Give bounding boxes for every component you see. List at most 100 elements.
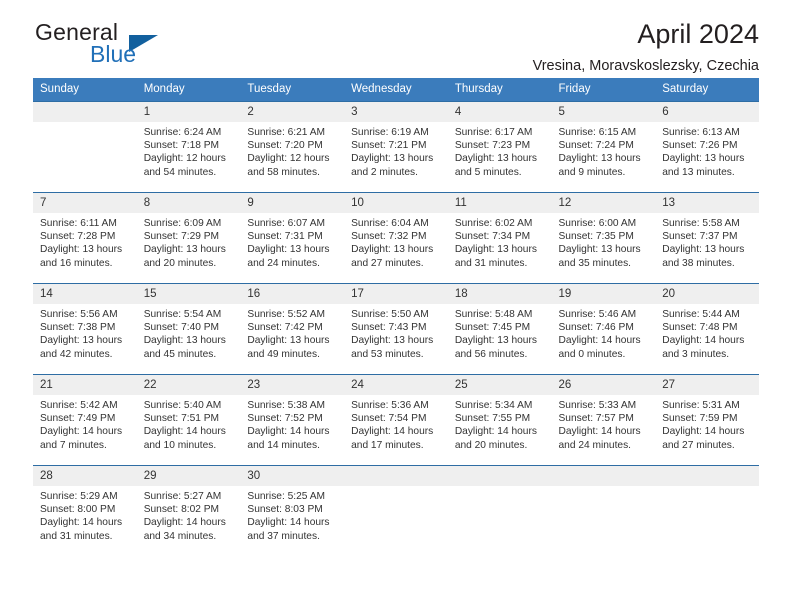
calendar-day-cell[interactable]: 1 Sunrise: 6:24 AM Sunset: 7:18 PM Daylight… [136, 100, 241, 193]
daylight-duration-line1: Daylight: 13 hours [662, 244, 745, 256]
calendar-day-cell[interactable]: 8 Sunrise: 6:09 AM Sunset: 7:29 PM Daylight… [136, 191, 241, 284]
daylight-duration-line1: Daylight: 13 hours [351, 153, 434, 165]
day-number: 16 [240, 283, 345, 304]
sunrise-time: Sunrise: 6:17 AM [454, 126, 533, 138]
day-number: 5 [551, 101, 656, 122]
daylight-duration-line1: Daylight: 14 hours [662, 426, 745, 438]
daylight-duration-line1: Daylight: 14 hours [143, 426, 226, 438]
calendar-day-cell[interactable]: 16 Sunrise: 5:52 AM Sunset: 7:42 PM Dayligh… [240, 282, 345, 375]
daylight-duration-line2: and 37 minutes. [247, 530, 320, 542]
daylight-duration-line2: and 31 minutes. [40, 530, 113, 542]
daylight-duration-line1: Daylight: 14 hours [143, 517, 226, 529]
sunrise-time: Sunrise: 5:54 AM [143, 308, 222, 320]
sunrise-time: Sunrise: 6:15 AM [558, 126, 637, 138]
calendar-day-cell[interactable]: 23 Sunrise: 5:38 AM Sunset: 7:52 PM Dayligh… [240, 373, 345, 466]
calendar-day-cell[interactable]: 18 Sunrise: 5:48 AM Sunset: 7:45 PM Dayligh… [447, 282, 552, 375]
calendar-day-cell[interactable]: 22 Sunrise: 5:40 AM Sunset: 7:51 PM Dayligh… [136, 373, 241, 466]
day-number: 30 [240, 465, 345, 486]
day-details: Sunrise: 5:33 AM Sunset: 7:57 PM Daylight:… [552, 395, 656, 453]
general-blue-logo[interactable]: General Blue [33, 18, 253, 72]
sunset-time: Sunset: 7:45 PM [454, 322, 531, 334]
sunrise-time: Sunrise: 5:44 AM [662, 308, 740, 320]
calendar-day-cell[interactable]: 3 Sunrise: 6:19 AM Sunset: 7:21 PM Daylight… [344, 100, 448, 193]
calendar-day-cell[interactable]: 14 Sunrise: 5:56 AM Sunset: 7:38 PM Dayligh… [33, 282, 137, 375]
calendar-day-cell[interactable]: 15 Sunrise: 5:54 AM Sunset: 7:40 PM Dayligh… [136, 282, 241, 375]
calendar-day-cell[interactable]: 26 Sunrise: 5:33 AM Sunset: 7:57 PM Dayligh… [551, 373, 656, 466]
sunrise-time: Sunrise: 6:09 AM [143, 217, 222, 229]
day-number: 4 [447, 101, 552, 122]
calendar-day-cell[interactable]: 4 Sunrise: 6:17 AM Sunset: 7:23 PM Daylight… [447, 100, 552, 193]
sunset-time: Sunset: 7:51 PM [143, 413, 220, 425]
sunrise-time: Sunrise: 6:07 AM [247, 217, 325, 229]
day-details: Sunrise: 5:56 AM Sunset: 7:38 PM Daylight:… [33, 304, 137, 362]
daylight-duration-line1: Daylight: 13 hours [143, 335, 226, 347]
calendar-day-cell[interactable]: 2 Sunrise: 6:21 AM Sunset: 7:20 PM Daylight… [240, 100, 345, 193]
sunset-time: Sunset: 7:52 PM [247, 413, 323, 425]
daylight-duration-line1: Daylight: 13 hours [143, 244, 226, 256]
calendar-day-cell[interactable]: 17 Sunrise: 5:50 AM Sunset: 7:43 PM Dayligh… [344, 282, 448, 375]
calendar-week-row: 1 Sunrise: 6:24 AM Sunset: 7:18 PM Daylight… [33, 100, 759, 193]
calendar-day-cell[interactable]: 20 Sunrise: 5:44 AM Sunset: 7:48 PM Dayligh… [655, 282, 759, 375]
sunrise-time: Sunrise: 5:56 AM [40, 308, 118, 320]
day-details: Sunrise: 5:44 AM Sunset: 7:48 PM Daylight:… [655, 304, 759, 362]
calendar-day-cell[interactable]: 21 Sunrise: 5:42 AM Sunset: 7:49 PM Dayligh… [33, 373, 137, 466]
calendar-day-cell[interactable]: 10 Sunrise: 6:04 AM Sunset: 7:32 PM Dayligh… [344, 191, 448, 284]
calendar-day-cell[interactable]: 13 Sunrise: 5:58 AM Sunset: 7:37 PM Dayligh… [655, 191, 759, 284]
daylight-duration-line2: and 38 minutes. [662, 257, 735, 269]
calendar-day-cell[interactable]: 19 Sunrise: 5:46 AM Sunset: 7:46 PM Dayligh… [551, 282, 656, 375]
calendar-day-cell[interactable]: 11 Sunrise: 6:02 AM Sunset: 7:34 PM Dayligh… [447, 191, 552, 284]
calendar-cell-empty [447, 464, 552, 557]
sunset-time: Sunset: 7:43 PM [351, 322, 427, 334]
calendar-day-cell[interactable]: 29 Sunrise: 5:27 AM Sunset: 8:02 PM Dayligh… [136, 464, 241, 557]
sunrise-time: Sunrise: 5:48 AM [454, 308, 533, 320]
calendar-day-cell[interactable]: 5 Sunrise: 6:15 AM Sunset: 7:24 PM Daylight… [551, 100, 656, 193]
daylight-duration-line1: Daylight: 14 hours [558, 335, 641, 347]
sunrise-time: Sunrise: 6:24 AM [143, 126, 222, 138]
calendar-day-cell[interactable]: 6 Sunrise: 6:13 AM Sunset: 7:26 PM Daylight… [655, 100, 759, 193]
sunrise-time: Sunrise: 6:02 AM [454, 217, 533, 229]
daylight-duration-line2: and 56 minutes. [454, 348, 528, 360]
sunset-time: Sunset: 7:48 PM [662, 322, 738, 334]
sunset-time: Sunset: 7:29 PM [143, 231, 220, 243]
calendar-day-cell[interactable]: 12 Sunrise: 6:00 AM Sunset: 7:35 PM Dayligh… [551, 191, 656, 284]
day-details: Sunrise: 6:17 AM Sunset: 7:23 PM Daylight:… [448, 122, 552, 180]
daylight-duration-line2: and 24 minutes. [247, 257, 320, 269]
day-number: 3 [344, 101, 448, 122]
calendar-day-cell[interactable]: 9 Sunrise: 6:07 AM Sunset: 7:31 PM Daylight… [240, 191, 345, 284]
daylight-duration-line2: and 9 minutes. [558, 166, 626, 178]
calendar-week-row: 28 Sunrise: 5:29 AM Sunset: 8:00 PM Dayligh… [33, 464, 759, 557]
sunrise-time: Sunrise: 6:11 AM [40, 217, 117, 229]
daylight-duration-line2: and 31 minutes. [454, 257, 528, 269]
day-number: 13 [655, 192, 759, 213]
day-details: Sunrise: 6:04 AM Sunset: 7:32 PM Daylight:… [344, 213, 448, 271]
calendar-day-cell[interactable]: 27 Sunrise: 5:31 AM Sunset: 7:59 PM Dayligh… [655, 373, 759, 466]
daylight-duration-line2: and 49 minutes. [247, 348, 320, 360]
weekday-header-tuesday: Tuesday [240, 78, 345, 102]
sunset-time: Sunset: 7:28 PM [40, 231, 116, 243]
sunset-time: Sunset: 7:55 PM [454, 413, 531, 425]
sunrise-time: Sunrise: 5:46 AM [558, 308, 637, 320]
daylight-duration-line1: Daylight: 13 hours [454, 244, 537, 256]
calendar-day-cell[interactable]: 24 Sunrise: 5:36 AM Sunset: 7:54 PM Dayligh… [344, 373, 448, 466]
day-number: 1 [136, 101, 241, 122]
weekday-header-monday: Monday [136, 78, 241, 102]
day-number [33, 101, 137, 122]
day-number [447, 465, 552, 486]
calendar-day-cell[interactable]: 25 Sunrise: 5:34 AM Sunset: 7:55 PM Dayligh… [447, 373, 552, 466]
daylight-duration-line1: Daylight: 13 hours [662, 153, 745, 165]
day-details: Sunrise: 5:27 AM Sunset: 8:02 PM Daylight:… [137, 486, 241, 544]
calendar-day-cell[interactable]: 7 Sunrise: 6:11 AM Sunset: 7:28 PM Daylight… [33, 191, 137, 284]
day-number: 10 [344, 192, 448, 213]
calendar-day-cell[interactable]: 28 Sunrise: 5:29 AM Sunset: 8:00 PM Dayligh… [33, 464, 137, 557]
daylight-duration-line1: Daylight: 14 hours [247, 517, 330, 529]
day-number: 7 [33, 192, 137, 213]
sunrise-time: Sunrise: 5:25 AM [247, 490, 325, 502]
calendar-day-cell[interactable]: 30 Sunrise: 5:25 AM Sunset: 8:03 PM Dayligh… [240, 464, 345, 557]
daylight-duration-line2: and 24 minutes. [558, 439, 632, 451]
sunrise-time: Sunrise: 5:42 AM [40, 399, 118, 411]
daylight-duration-line1: Daylight: 13 hours [247, 244, 330, 256]
sunset-time: Sunset: 7:40 PM [143, 322, 220, 334]
day-number: 9 [240, 192, 345, 213]
day-number: 27 [655, 374, 759, 395]
daylight-duration-line2: and 5 minutes. [454, 166, 522, 178]
